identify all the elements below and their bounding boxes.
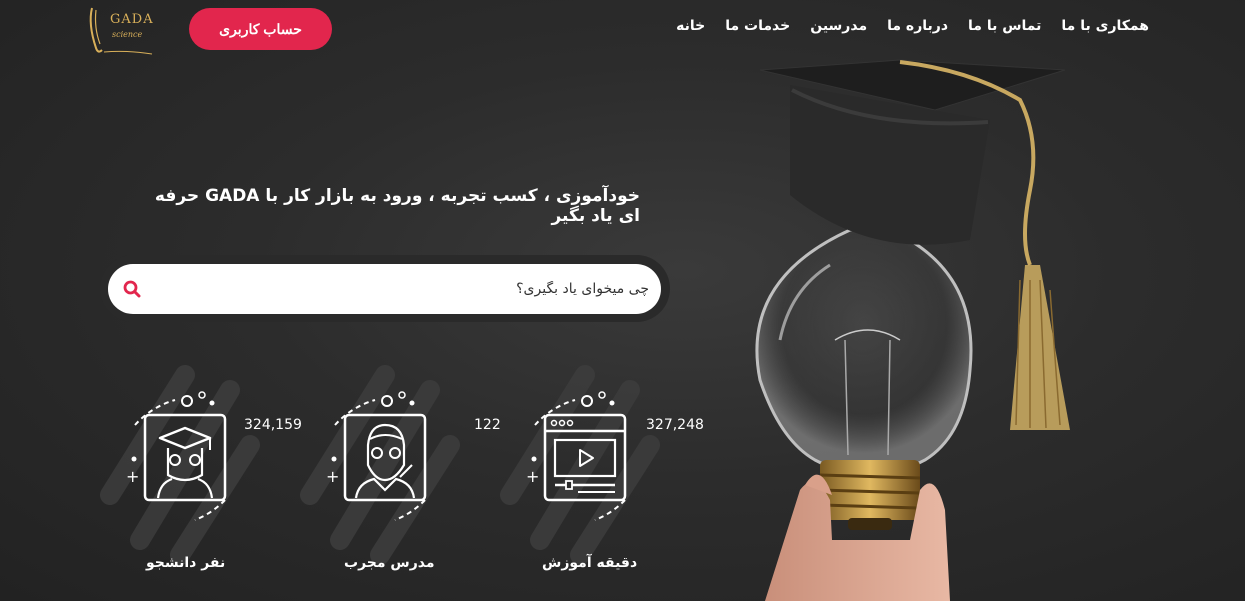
user-account-button[interactable]: حساب کاربری <box>189 8 332 50</box>
logo-subtext: science <box>112 30 143 39</box>
video-player-icon: + <box>500 365 660 565</box>
nav-teachers[interactable]: مدرسین <box>810 18 867 34</box>
search-box <box>108 264 661 314</box>
nav-contact[interactable]: تماس با ما <box>968 18 1041 34</box>
nav-cooperation[interactable]: همکاری با ما <box>1061 18 1149 34</box>
nav-home[interactable]: خانه <box>676 18 705 34</box>
hero-headline: خودآموزی ، کسب تجربه ، ورود به بازار کار… <box>154 186 640 226</box>
hero-lightbulb-graduation-image <box>755 59 1070 601</box>
nav-about[interactable]: درباره ما <box>887 18 948 34</box>
graduate-student-icon: + <box>100 365 260 565</box>
stat-students-value: 324,159 <box>244 417 302 433</box>
svg-text:+: + <box>326 467 339 486</box>
stat-students-label: نفر دانشجو <box>146 555 226 571</box>
stat-minutes-label: دقیقه آموزش <box>542 555 638 571</box>
svg-text:+: + <box>526 467 539 486</box>
stat-teachers-value: 122 <box>474 417 501 433</box>
nav-services[interactable]: خدمات ما <box>725 18 790 34</box>
logo-text: GADA <box>110 12 154 27</box>
stat-minutes-value: 327,248 <box>646 417 704 433</box>
stat-teachers-label: مدرس مجرب <box>344 555 435 571</box>
svg-text:+: + <box>126 467 139 486</box>
search-container <box>100 255 670 322</box>
stat-minutes: + 327,248 دقیقه آموزش <box>500 365 704 595</box>
search-icon[interactable] <box>114 264 150 314</box>
main-nav: خانه خدمات ما مدرسین درباره ما تماس با م… <box>676 18 1149 34</box>
search-input[interactable] <box>150 264 661 314</box>
stat-students: + 324,159 نفر دانشجو <box>100 365 302 595</box>
stat-teachers: + 122 مدرس مجرب <box>300 365 501 595</box>
teacher-icon: + <box>300 365 460 565</box>
